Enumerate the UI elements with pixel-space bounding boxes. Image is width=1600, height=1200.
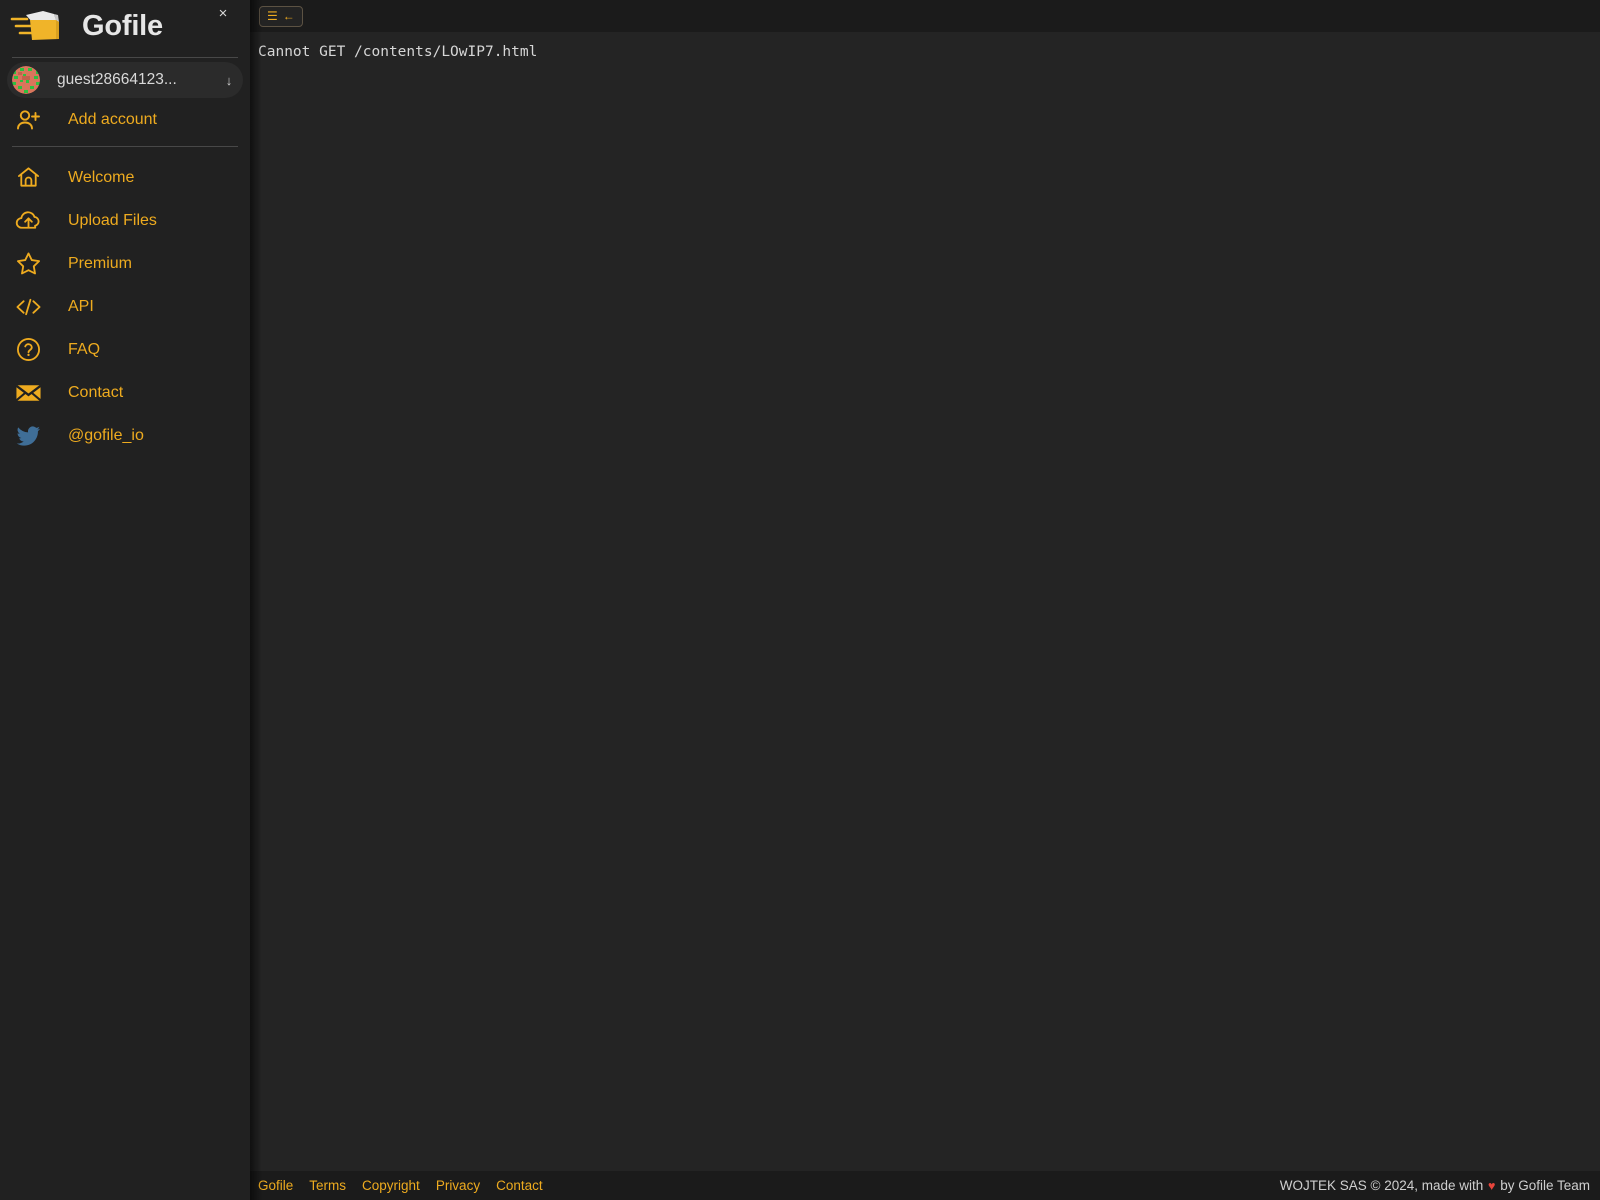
app-root: Gofile × guest28664123... ↓ Add account … — [0, 0, 1600, 1200]
sidebar-item-label: Upload Files — [68, 211, 157, 229]
sidebar-item-welcome[interactable]: Welcome — [0, 156, 250, 199]
add-account-button[interactable]: Add account — [0, 98, 250, 141]
identicon-avatar-icon — [12, 66, 40, 94]
footer-link-copyright[interactable]: Copyright — [362, 1178, 420, 1193]
error-message: Cannot GET /contents/LOwIP7.html — [258, 44, 538, 60]
copyright-suffix: by Gofile Team — [1496, 1178, 1590, 1193]
close-icon[interactable]: × — [214, 5, 232, 23]
sidebar-item-upload-files[interactable]: Upload Files — [0, 199, 250, 242]
sidebar-item-label: FAQ — [68, 340, 101, 358]
heart-icon: ♥ — [1488, 1178, 1496, 1193]
sidebar: Gofile × guest28664123... ↓ Add account … — [0, 0, 262, 1200]
footer-link-contact[interactable]: Contact — [496, 1178, 543, 1193]
hamburger-menu-icon: ☰ — [267, 9, 278, 23]
footer-link-terms[interactable]: Terms — [309, 1178, 346, 1193]
footer-links: Gofile Terms Copyright Privacy Contact — [258, 1178, 543, 1193]
sidebar-item-premium[interactable]: Premium — [0, 242, 250, 285]
page-title: Gofile — [82, 9, 163, 42]
sidebar-item-label: Welcome — [68, 168, 135, 186]
question-circle-icon — [10, 336, 46, 364]
sidebar-item-faq[interactable]: FAQ — [0, 328, 250, 371]
cloud-upload-icon — [10, 207, 46, 235]
content-panel: Cannot GET /contents/LOwIP7.html — [250, 32, 1600, 1171]
copyright-prefix: WOJTEK SAS © 2024, made with — [1279, 1178, 1488, 1193]
top-toolbar: ☰ ← — [250, 0, 1600, 32]
gofile-folder-logo-icon — [10, 6, 72, 46]
account-switcher[interactable]: guest28664123... ↓ — [7, 62, 243, 98]
footer-link-gofile[interactable]: Gofile — [258, 1178, 293, 1193]
user-plus-icon — [10, 106, 46, 134]
sidebar-item-label: @gofile_io — [68, 426, 144, 444]
chevron-down-icon[interactable]: ↓ — [221, 73, 237, 88]
sidebar-item-label: API — [68, 297, 94, 315]
sidebar-item-label: Premium — [68, 254, 133, 272]
footer-copyright: WOJTEK SAS © 2024, made with ♥ by Gofile… — [1280, 1178, 1590, 1193]
star-icon — [10, 250, 46, 278]
sidebar-item-api[interactable]: API — [0, 285, 250, 328]
twitter-bird-icon — [10, 422, 46, 450]
header-divider — [12, 57, 238, 58]
sidebar-item-contact[interactable]: Contact — [0, 371, 250, 414]
footer: Gofile Terms Copyright Privacy Contact W… — [250, 1171, 1600, 1200]
nav-divider — [12, 146, 238, 147]
sidebar-item-label: Contact — [68, 383, 124, 401]
add-account-label: Add account — [68, 110, 157, 128]
home-icon — [10, 164, 46, 192]
toggle-sidebar-button[interactable]: ☰ ← — [259, 5, 303, 27]
envelope-icon — [10, 379, 46, 407]
sidebar-item-twitter[interactable]: @gofile_io — [0, 414, 250, 457]
arrow-left-icon: ← — [282, 9, 295, 23]
account-name-label: guest28664123... — [57, 71, 177, 88]
code-brackets-icon — [10, 293, 46, 321]
footer-link-privacy[interactable]: Privacy — [436, 1178, 480, 1193]
brand-header: Gofile × — [0, 0, 250, 52]
main-area: ☰ ← Cannot GET /contents/LOwIP7.html Gof… — [250, 0, 1600, 1200]
